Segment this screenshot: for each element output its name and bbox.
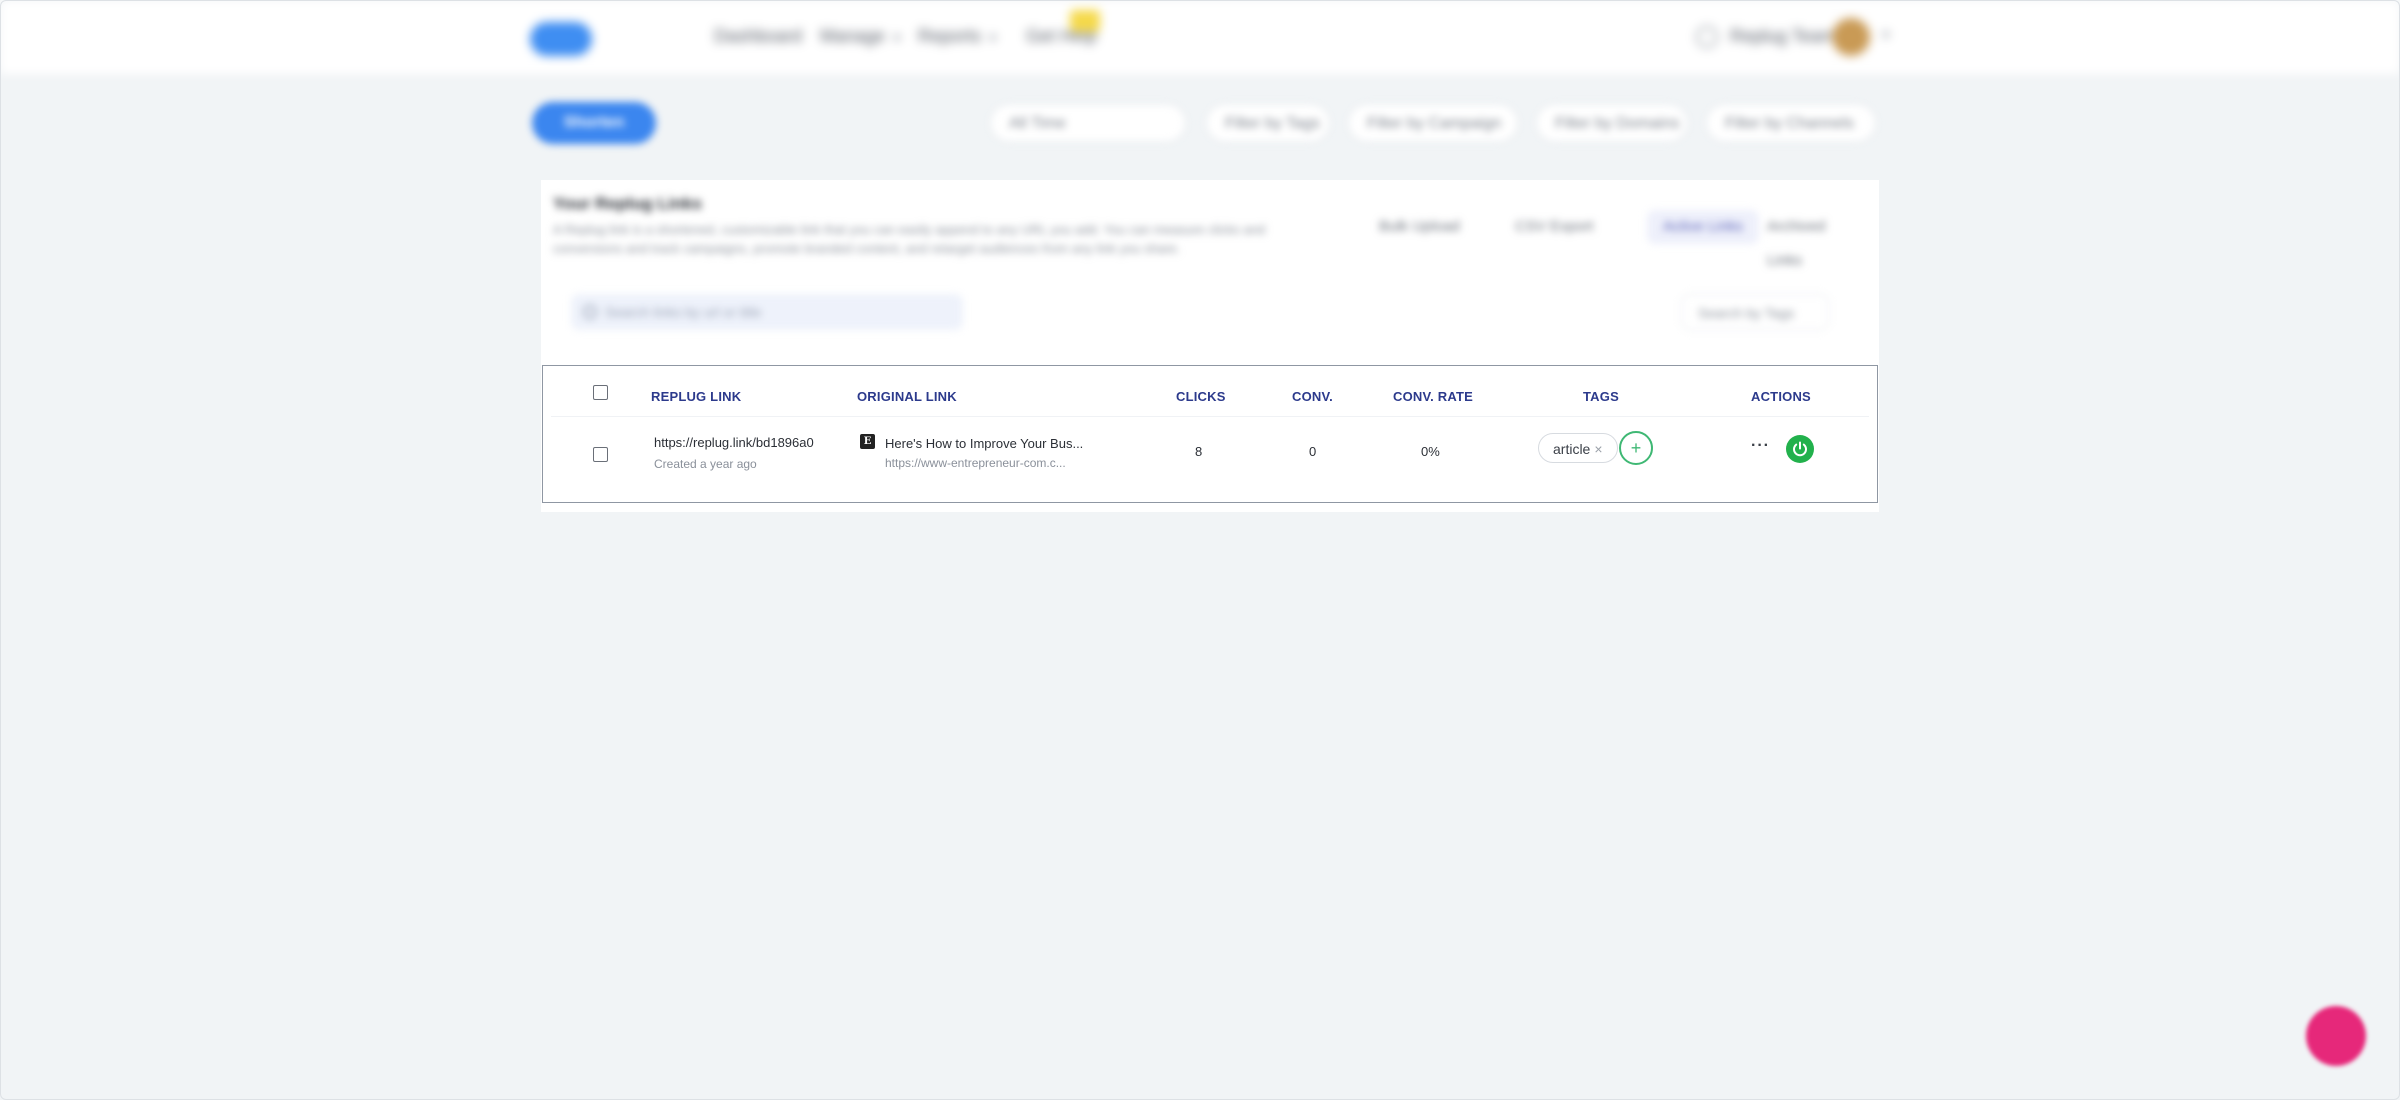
col-header-original-link[interactable]: ORIGINAL LINK	[857, 389, 957, 404]
nav-item-reports[interactable]: Reports ▼	[918, 26, 999, 47]
conversion-rate-value: 0%	[1421, 444, 1440, 459]
col-header-conv[interactable]: CONV.	[1292, 389, 1333, 404]
short-link[interactable]: https://replug.link/bd1896a0	[654, 435, 814, 450]
links-table: REPLUG LINK ORIGINAL LINK CLICKS CONV. C…	[542, 365, 1878, 503]
chat-icon[interactable]	[2306, 1006, 2366, 1066]
nav-item-manage[interactable]: Manage ▼	[820, 26, 903, 47]
tag-chip[interactable]: article ×	[1538, 433, 1618, 463]
col-header-replug-link[interactable]: REPLUG LINK	[651, 389, 741, 404]
domain-filter[interactable]: Filter by Domains	[1536, 104, 1688, 142]
add-tag-button[interactable]: +	[1619, 431, 1653, 465]
channel-filter[interactable]: Filter by Channels	[1706, 104, 1876, 142]
tag-search-dropdown[interactable]: Search by Tags	[1681, 294, 1829, 330]
more-icon[interactable]: ···	[1751, 437, 1770, 455]
card-description: A Replug link is a shortened, customizab…	[553, 222, 1266, 256]
notification-badge	[1070, 10, 1100, 32]
chevron-down-icon: ▼	[987, 31, 999, 45]
nav-item-label: Manage	[820, 26, 886, 46]
original-link-url[interactable]: https://www-entrepreneur-com.c...	[885, 456, 1066, 470]
clicks-value: 8	[1195, 444, 1203, 459]
active-links-tab[interactable]: Active Links	[1647, 210, 1760, 244]
select-all-checkbox[interactable]	[593, 385, 608, 400]
power-toggle-button[interactable]	[1786, 435, 1814, 463]
col-header-clicks[interactable]: CLICKS	[1176, 389, 1226, 404]
row-checkbox[interactable]	[593, 447, 608, 462]
col-header-conv-rate[interactable]: CONV. RATE	[1393, 389, 1473, 404]
avatar[interactable]	[1832, 18, 1870, 56]
links-card-header: Your Replug Links A Replug link is a sho…	[541, 180, 1879, 360]
window-frame	[0, 0, 2400, 1100]
tag-label: article	[1553, 441, 1591, 457]
app-logo[interactable]	[530, 22, 592, 56]
shorten-button[interactable]: Shorten	[532, 102, 656, 144]
filters-bar: Shorten All Time Filter by Tags Filter b…	[0, 96, 2400, 152]
chevron-down-icon[interactable]: ▼	[1880, 28, 1892, 42]
date-filter[interactable]: All Time	[990, 104, 1186, 142]
remove-tag-icon[interactable]: ×	[1594, 441, 1602, 457]
favicon-icon: E	[860, 434, 875, 449]
campaign-filter[interactable]: Filter by Campaign	[1348, 104, 1518, 142]
table-row: https://replug.link/bd1896a0 Created a y…	[551, 416, 1869, 483]
original-link-title[interactable]: Here's How to Improve Your Bus...	[885, 436, 1083, 451]
col-header-tags: TAGS	[1583, 389, 1619, 404]
nav-item-label: Dashboard	[714, 26, 803, 46]
search-input[interactable]: Search links by url or title	[571, 294, 963, 330]
bulk-upload-button[interactable]: Bulk Upload	[1363, 210, 1476, 244]
archived-links-tab[interactable]: Archived Links	[1751, 210, 1879, 269]
top-navbar: Dashboard Manage ▼ Reports ▼ Get Help Repl…	[0, 0, 2400, 74]
card-title: Your Replug Links	[553, 194, 702, 213]
user-name[interactable]: Replug Team	[1730, 26, 1836, 47]
chevron-down-icon: ▼	[891, 31, 903, 45]
notification-icon[interactable]	[1696, 26, 1718, 48]
nav-item-dashboard[interactable]: Dashboard	[714, 26, 802, 47]
search-placeholder: Search links by url or title	[605, 304, 762, 320]
tags-filter[interactable]: Filter by Tags	[1206, 104, 1330, 142]
conversions-value: 0	[1309, 444, 1317, 459]
nav-item-label: Reports	[918, 26, 982, 46]
csv-export-button[interactable]: CSV Export	[1499, 210, 1609, 244]
search-icon	[583, 305, 597, 319]
created-date: Created a year ago	[654, 457, 757, 471]
col-header-actions: ACTIONS	[1751, 389, 1811, 404]
power-icon	[1793, 441, 1807, 457]
